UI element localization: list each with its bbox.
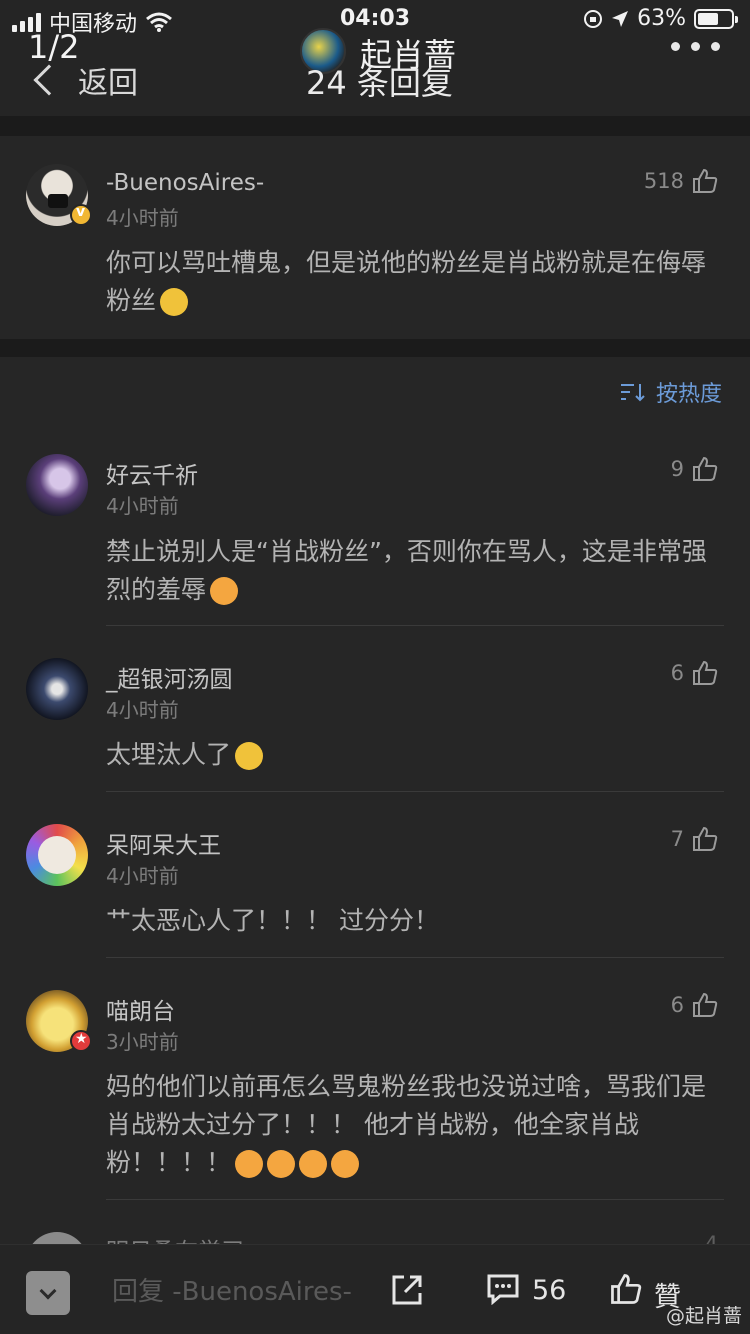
like-count: 9 xyxy=(670,457,684,481)
avatar[interactable] xyxy=(26,454,88,516)
reply-input[interactable]: 回复 -BuenosAires- xyxy=(112,1271,352,1308)
star-badge-icon: ★ xyxy=(70,1030,92,1052)
sort-icon xyxy=(620,384,645,402)
like-button[interactable]: 6 xyxy=(671,992,718,1018)
page-indicator: 1/2 xyxy=(28,28,80,66)
chevron-down-icon xyxy=(39,1282,57,1299)
battery-icon xyxy=(694,8,738,29)
divider xyxy=(0,339,750,357)
divider xyxy=(106,1199,724,1200)
eye-roll-emoji-icon xyxy=(160,288,189,316)
divider xyxy=(106,791,724,792)
like-count: 6 xyxy=(670,661,684,685)
comment-icon[interactable] xyxy=(486,1273,520,1305)
back-label: 返回 xyxy=(78,66,138,101)
comment-time: 4小时前 xyxy=(106,206,179,230)
divider xyxy=(0,116,750,136)
sort-button[interactable]: 按热度 xyxy=(620,376,722,408)
chevron-left-icon xyxy=(33,64,65,96)
face-emoji-icon xyxy=(235,742,264,770)
share-icon[interactable] xyxy=(390,1273,424,1307)
like-count: 4 xyxy=(704,1232,718,1244)
sort-label: 按热度 xyxy=(655,382,722,407)
divider xyxy=(106,625,724,626)
comment-time: 4小时前 xyxy=(106,864,179,888)
like-count: 7 xyxy=(670,827,684,851)
comment-time: 4小时前 xyxy=(106,698,179,722)
comment-text: 你可以骂吐槽鬼，但是说他的粉丝是肖战粉就是在侮辱粉丝 xyxy=(106,248,707,316)
navigation-bar: 返回 1/2 起肖蔷 24 条回复 xyxy=(0,28,750,116)
thumbs-up-icon xyxy=(693,992,718,1017)
verified-badge-icon: v xyxy=(70,204,92,226)
comment-author[interactable]: 呆阿呆大王 xyxy=(106,826,221,860)
comment-author[interactable]: 好云千祈 xyxy=(106,456,198,490)
angry-emoji-icon xyxy=(331,1150,360,1178)
like-button[interactable]: 7 xyxy=(671,826,718,852)
thumbs-up-icon xyxy=(693,456,718,481)
like-button[interactable]: 6 xyxy=(671,660,718,686)
like-count: 518 xyxy=(643,169,684,193)
angry-emoji-icon xyxy=(235,1150,264,1178)
list-item: 明日桑在学习 4 xyxy=(0,1226,750,1244)
avatar[interactable] xyxy=(26,658,88,720)
comment-count[interactable]: 56 xyxy=(532,1275,566,1306)
like-button[interactable]: 9 xyxy=(671,456,718,482)
angry-emoji-icon xyxy=(299,1150,328,1178)
bottom-toolbar: 回复 -BuenosAires- 56 贊 @起肖蔷 xyxy=(0,1244,750,1334)
thumbs-up-icon xyxy=(693,168,718,193)
collapse-button[interactable] xyxy=(26,1271,70,1315)
reply-count-title: 24 条回复 xyxy=(306,64,453,102)
comment-author[interactable]: -BuenosAires- xyxy=(106,170,264,196)
thumbs-up-icon xyxy=(693,660,718,685)
thumbs-up-icon[interactable] xyxy=(610,1273,642,1305)
comment-time: 4小时前 xyxy=(106,494,179,518)
like-count: 6 xyxy=(670,993,684,1017)
original-comment: v -BuenosAires- 4小时前 518 你可以骂吐槽鬼，但是说他的粉丝… xyxy=(0,136,750,339)
comment-text: 艹太恶心人了！！！ 过分分！ xyxy=(106,906,439,935)
watermark: @起肖蔷 xyxy=(665,1305,742,1327)
comment-text: 禁止说别人是“肖战粉丝”，否则你在骂人，这是非常强烈的羞辱 xyxy=(106,537,707,605)
face-emoji-icon xyxy=(210,577,239,605)
comment-time: 3小时前 xyxy=(106,1030,179,1054)
comment-text: 妈的他们以前再怎么骂鬼粉丝我也没说过啥，骂我们是肖战粉太过分了！！！ 他才肖战粉… xyxy=(106,1072,707,1178)
like-button[interactable]: 4 xyxy=(705,1232,718,1244)
comment-text: 太埋汰人了 xyxy=(106,736,718,774)
comment-author[interactable]: 明日桑在学习 xyxy=(106,1232,244,1244)
angry-emoji-icon xyxy=(267,1150,296,1178)
location-icon xyxy=(612,10,629,27)
thumbs-up-icon xyxy=(693,826,718,851)
rotation-lock-icon xyxy=(584,9,603,28)
like-button[interactable]: 518 xyxy=(644,168,718,194)
avatar[interactable] xyxy=(26,824,88,886)
avatar[interactable] xyxy=(26,1232,88,1244)
comment-author[interactable]: 喵朗台 xyxy=(106,992,175,1026)
divider xyxy=(106,957,724,958)
comment-author[interactable]: _超银河汤圆 xyxy=(106,660,233,694)
more-icon[interactable] xyxy=(671,42,720,51)
